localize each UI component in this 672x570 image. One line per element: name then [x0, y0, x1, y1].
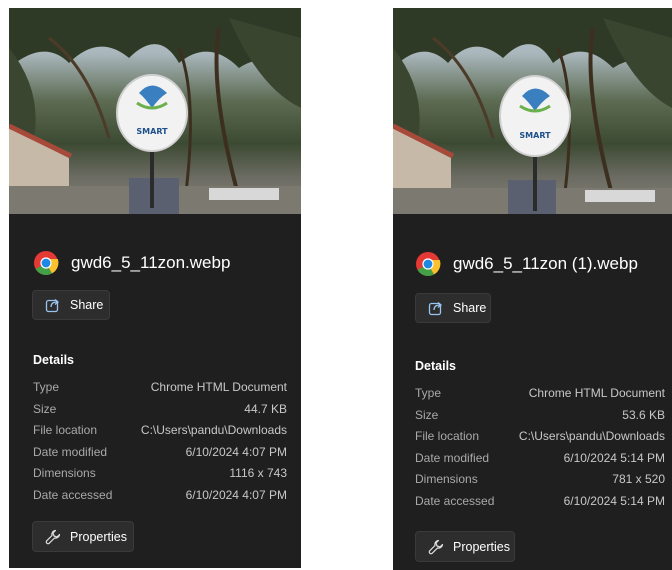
- detail-label: File location: [33, 423, 98, 437]
- properties-button-label: Properties: [70, 529, 127, 544]
- detail-row-date-modified: Date modified 6/10/2024 4:07 PM: [33, 445, 287, 467]
- detail-value: 6/10/2024 5:14 PM: [563, 493, 665, 508]
- detail-label: Type: [415, 386, 442, 400]
- detail-value: 44.7 KB: [244, 401, 287, 416]
- detail-row-type: Type Chrome HTML Document: [415, 386, 665, 408]
- details-panel-left: SMART gwd6_5_11zon.webp Share Details Ty…: [9, 8, 301, 568]
- detail-row-dimensions: Dimensions 781 x 520: [415, 472, 665, 494]
- image-preview: SMART: [9, 8, 301, 214]
- detail-value: Chrome HTML Document: [150, 380, 287, 394]
- image-preview: SMART: [393, 8, 672, 214]
- details-title: Details: [415, 359, 456, 373]
- detail-row-date-modified: Date modified 6/10/2024 5:14 PM: [415, 451, 665, 473]
- detail-label: Date accessed: [33, 487, 113, 502]
- detail-row-size: Size 44.7 KB: [33, 402, 287, 424]
- detail-label: Size: [415, 407, 439, 422]
- detail-value: Chrome HTML Document: [528, 386, 665, 400]
- details-panel-right: SMART gwd6_5_11zon (1).webp Share Detail…: [393, 8, 672, 570]
- detail-label: Dimensions: [33, 466, 96, 480]
- detail-label: Date modified: [415, 450, 490, 465]
- detail-value: 6/10/2024 4:07 PM: [185, 487, 287, 502]
- file-name: gwd6_5_11zon (1).webp: [453, 254, 638, 273]
- properties-button[interactable]: Properties: [32, 521, 134, 552]
- details-list: Type Chrome HTML Document Size 44.7 KB F…: [33, 380, 287, 509]
- file-header: gwd6_5_11zon (1).webp: [415, 251, 638, 277]
- detail-row-date-accessed: Date accessed 6/10/2024 4:07 PM: [33, 488, 287, 510]
- detail-value: C:\Users\pandu\Downloads: [140, 423, 287, 437]
- wrench-icon: [428, 539, 444, 554]
- detail-label: Size: [33, 401, 57, 416]
- preview-image: SMART: [9, 8, 301, 214]
- wrench-icon: [45, 529, 61, 544]
- detail-label: Dimensions: [415, 472, 478, 486]
- detail-value: 781 x 520: [612, 472, 665, 486]
- share-icon: [428, 302, 443, 316]
- detail-label: Date accessed: [415, 493, 495, 508]
- file-name: gwd6_5_11zon.webp: [71, 253, 231, 272]
- detail-value: 53.6 KB: [622, 407, 665, 422]
- detail-row-file-location: File location C:\Users\pandu\Downloads: [33, 423, 287, 445]
- share-button[interactable]: Share: [32, 290, 110, 320]
- share-icon: [45, 299, 60, 313]
- preview-sign-text: SMART: [136, 127, 168, 136]
- detail-row-dimensions: Dimensions 1116 x 743: [33, 466, 287, 488]
- detail-row-file-location: File location C:\Users\pandu\Downloads: [415, 429, 665, 451]
- detail-value: 6/10/2024 4:07 PM: [185, 444, 287, 459]
- preview-sign-text: SMART: [519, 131, 551, 140]
- detail-row-date-accessed: Date accessed 6/10/2024 5:14 PM: [415, 494, 665, 516]
- details-list: Type Chrome HTML Document Size 53.6 KB F…: [415, 386, 665, 515]
- properties-button[interactable]: Properties: [415, 531, 515, 562]
- detail-value: 6/10/2024 5:14 PM: [563, 450, 665, 465]
- chrome-icon: [34, 251, 59, 276]
- properties-button-label: Properties: [453, 539, 510, 554]
- detail-row-size: Size 53.6 KB: [415, 408, 665, 430]
- share-button[interactable]: Share: [415, 293, 491, 323]
- share-button-label: Share: [453, 301, 487, 315]
- chrome-icon: [416, 252, 441, 277]
- preview-image: SMART: [393, 8, 672, 214]
- details-title: Details: [33, 353, 74, 367]
- detail-value: 1116 x 743: [229, 466, 287, 480]
- file-header: gwd6_5_11zon.webp: [33, 250, 230, 276]
- detail-value: C:\Users\pandu\Downloads: [518, 429, 665, 443]
- share-button-label: Share: [70, 298, 104, 312]
- detail-label: File location: [415, 429, 480, 443]
- detail-label: Date modified: [33, 444, 108, 459]
- detail-label: Type: [33, 380, 60, 394]
- detail-row-type: Type Chrome HTML Document: [33, 380, 287, 402]
